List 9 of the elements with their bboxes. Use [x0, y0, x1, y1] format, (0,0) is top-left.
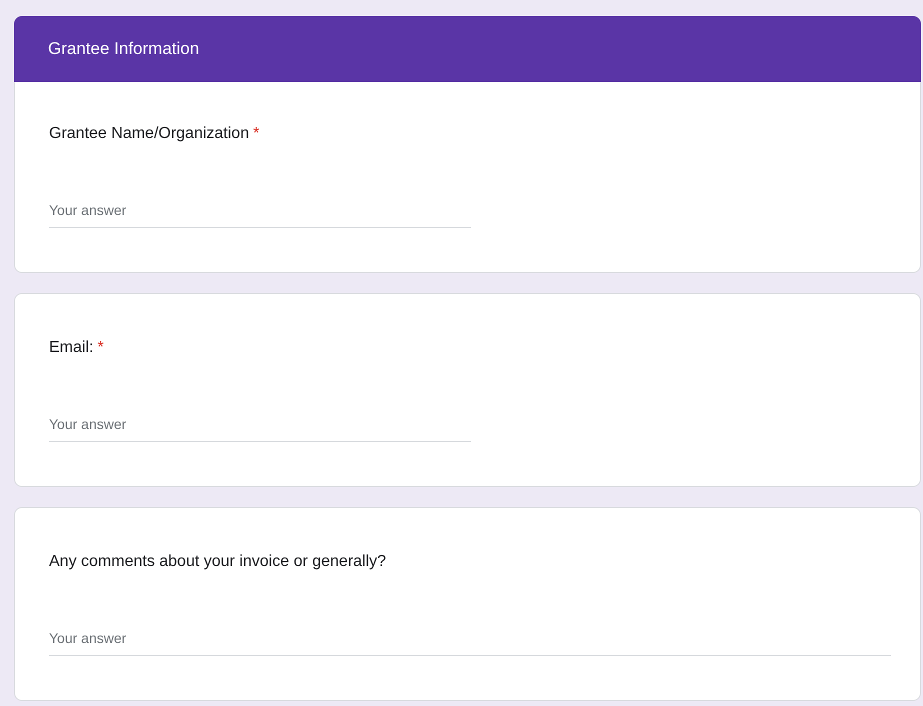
answer-field[interactable]: Your answer [49, 620, 891, 656]
answer-field[interactable]: Your answer [49, 406, 471, 442]
question-label: Grantee Name/Organization [49, 124, 250, 144]
question-label: Any comments about your invoice or generally? [49, 552, 386, 572]
required-mark: * [97, 338, 104, 358]
section-title: Grantee Information [48, 38, 200, 60]
question-label: Email: [49, 338, 94, 358]
required-mark: * [253, 124, 260, 144]
answer-field[interactable]: Your answer [49, 192, 471, 228]
